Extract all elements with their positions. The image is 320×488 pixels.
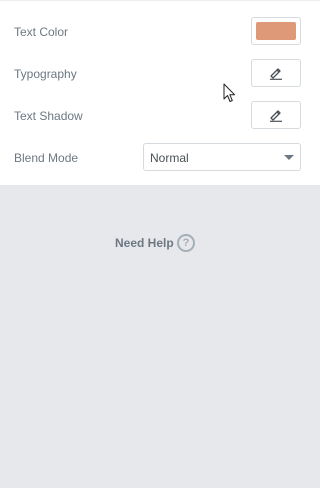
typography-control: Typography — [0, 59, 320, 89]
text-shadow-edit-button[interactable] — [251, 101, 301, 129]
blend-mode-selected-value: Normal — [150, 151, 189, 165]
style-controls-panel: Text Color Typography Text Shadow Blend … — [0, 0, 320, 185]
blend-mode-label: Blend Mode — [14, 151, 79, 165]
pencil-icon — [270, 68, 282, 80]
color-swatch — [256, 22, 296, 40]
typography-label: Typography — [14, 67, 77, 81]
typography-edit-button[interactable] — [251, 59, 301, 87]
text-color-control: Text Color — [0, 17, 320, 47]
text-shadow-label: Text Shadow — [14, 109, 83, 123]
text-color-picker-button[interactable] — [251, 17, 301, 45]
chevron-down-icon — [284, 155, 294, 160]
blend-mode-select[interactable]: Normal — [143, 143, 301, 171]
text-shadow-control: Text Shadow — [0, 101, 320, 131]
pencil-icon — [270, 110, 282, 122]
question-circle-icon: ? — [177, 234, 195, 252]
text-color-label: Text Color — [14, 25, 69, 39]
need-help-label: Need Help — [115, 236, 174, 250]
blend-mode-control: Blend Mode Normal — [0, 143, 320, 173]
